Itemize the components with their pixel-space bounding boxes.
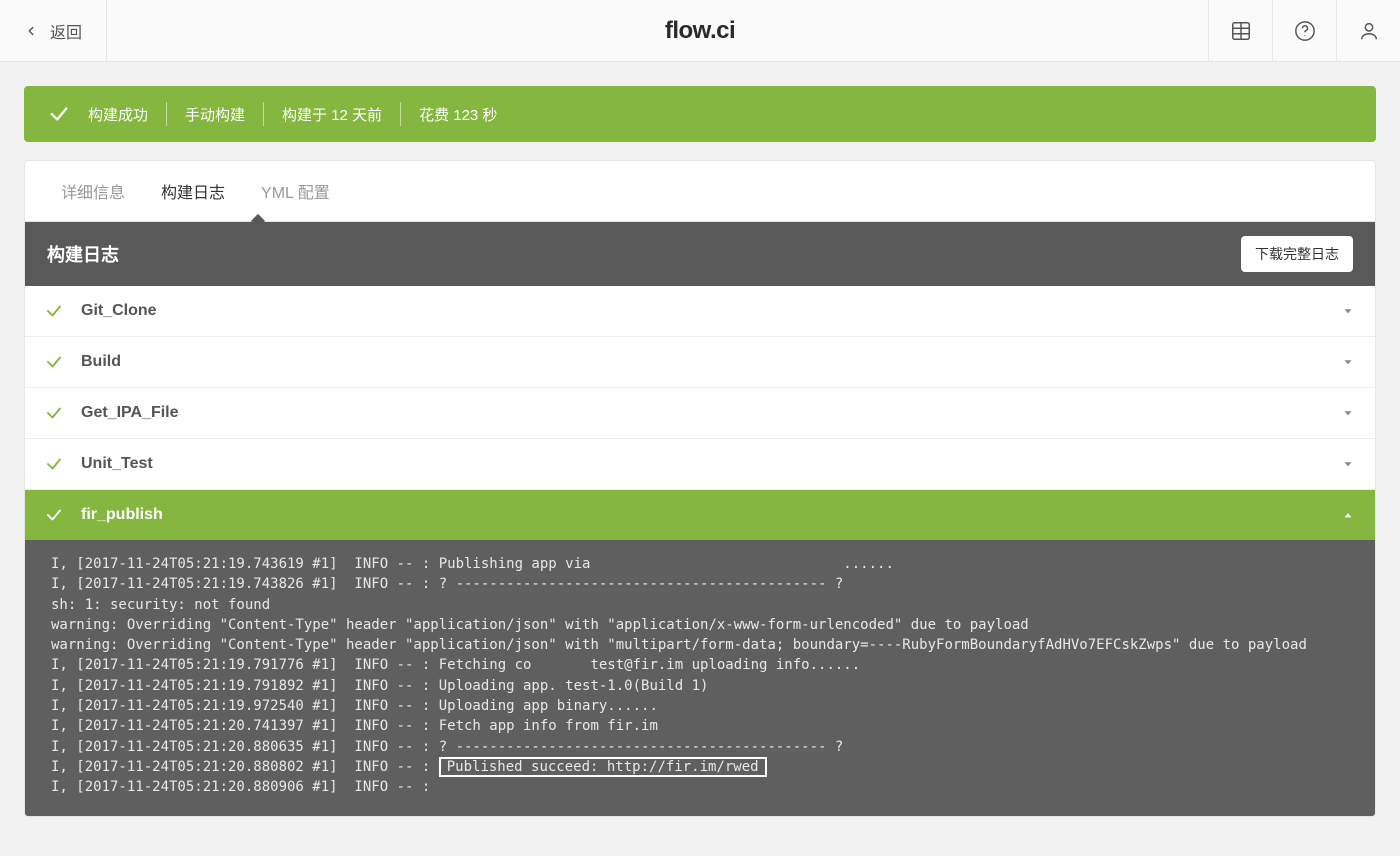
user-icon[interactable]	[1336, 0, 1400, 61]
check-icon	[45, 506, 63, 524]
chevron-down-icon	[1341, 406, 1355, 420]
download-log-button[interactable]: 下载完整日志	[1241, 236, 1353, 272]
step-label: Unit_Test	[81, 455, 1323, 473]
check-icon	[45, 404, 63, 422]
brand-logo: flow.ci	[665, 17, 735, 45]
step-label: Git_Clone	[81, 302, 1323, 320]
chevron-left-icon	[24, 24, 38, 38]
build-card: 详细信息 构建日志 YML 配置 构建日志 下载完整日志 Git_Clone B…	[24, 160, 1376, 817]
log-post: I, [2017-11-24T05:21:20.880906 #1] INFO …	[51, 779, 430, 795]
step-label: fir_publish	[81, 506, 1323, 524]
chevron-down-icon	[1341, 304, 1355, 318]
success-check-icon	[48, 103, 70, 125]
build-status-bar: 构建成功 手动构建 构建于 12 天前 花费 123 秒	[24, 86, 1376, 142]
chevron-down-icon	[1341, 355, 1355, 369]
tab-details[interactable]: 详细信息	[61, 161, 125, 221]
chevron-down-icon	[1341, 457, 1355, 471]
step-fir-publish[interactable]: fir_publish	[25, 490, 1375, 540]
step-unit-test[interactable]: Unit_Test	[25, 439, 1375, 490]
log-panel-header: 构建日志 下载完整日志	[25, 222, 1375, 286]
check-icon	[45, 455, 63, 473]
check-icon	[45, 302, 63, 320]
step-get-ipa-file[interactable]: Get_IPA_File	[25, 388, 1375, 439]
separator	[166, 102, 167, 126]
separator	[263, 102, 264, 126]
log-highlight-line: I, [2017-11-24T05:21:20.880802 #1] INFO …	[51, 757, 767, 777]
step-label: Build	[81, 353, 1323, 371]
separator	[400, 102, 401, 126]
tab-build-log[interactable]: 构建日志	[161, 161, 225, 221]
panel-title: 构建日志	[47, 241, 119, 267]
help-icon[interactable]	[1272, 0, 1336, 61]
log-highlight: Published succeed: http://fir.im/rwed	[439, 757, 767, 777]
dashboard-icon[interactable]	[1208, 0, 1272, 61]
status-duration: 花费 123 秒	[419, 104, 497, 125]
status-result: 构建成功	[88, 104, 148, 125]
status-trigger: 手动构建	[185, 104, 245, 125]
chevron-up-icon	[1341, 508, 1355, 522]
main-container: 构建成功 手动构建 构建于 12 天前 花费 123 秒 详细信息 构建日志 Y…	[0, 62, 1400, 841]
topbar-right	[1208, 0, 1400, 61]
back-button[interactable]: 返回	[0, 0, 107, 61]
log-output: I, [2017-11-24T05:21:19.743619 #1] INFO …	[25, 540, 1375, 816]
check-icon	[45, 353, 63, 371]
topbar: 返回 flow.ci	[0, 0, 1400, 62]
tab-yml-config[interactable]: YML 配置	[261, 161, 330, 221]
step-build[interactable]: Build	[25, 337, 1375, 388]
status-built-at: 构建于 12 天前	[282, 104, 382, 125]
tabs: 详细信息 构建日志 YML 配置	[25, 161, 1375, 222]
log-pre: I, [2017-11-24T05:21:19.743619 #1] INFO …	[51, 556, 1307, 755]
step-label: Get_IPA_File	[81, 404, 1323, 422]
step-git-clone[interactable]: Git_Clone	[25, 286, 1375, 337]
back-label: 返回	[50, 19, 82, 43]
